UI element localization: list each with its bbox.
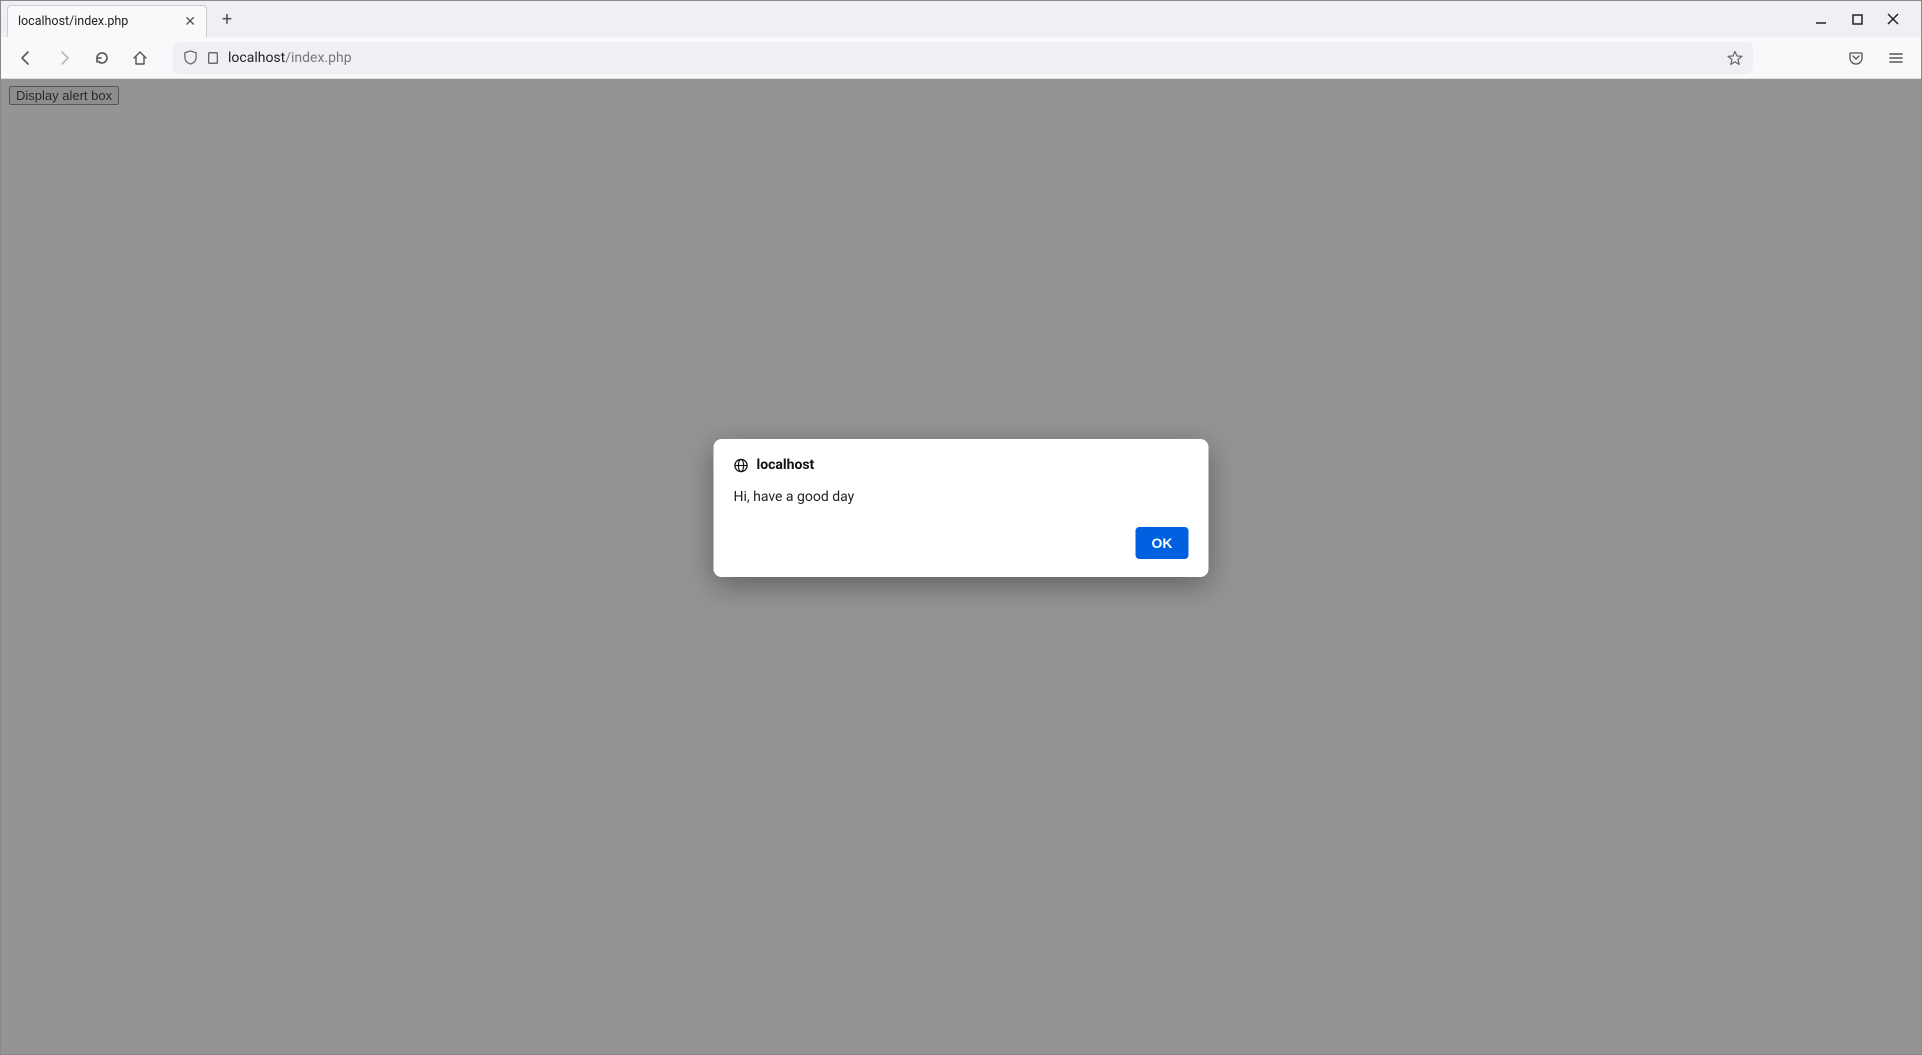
alert-actions: OK [734,527,1189,559]
maximize-button[interactable] [1843,5,1871,33]
new-tab-button[interactable]: + [213,5,241,33]
toolbar-right-icons [1841,43,1911,73]
url-text: localhost/index.php [228,50,352,66]
url-bar[interactable]: localhost/index.php [173,42,1753,74]
alert-ok-button[interactable]: OK [1136,527,1189,559]
lock-icon[interactable] [206,51,220,65]
globe-icon [734,458,749,473]
browser-toolbar: localhost/index.php [1,37,1921,79]
close-window-button[interactable] [1879,5,1907,33]
url-path: /index.php [285,50,351,66]
home-button[interactable] [125,43,155,73]
browser-chrome: localhost/index.php ✕ + [1,1,1921,79]
url-host: localhost [228,50,285,66]
browser-tab[interactable]: localhost/index.php ✕ [7,5,207,37]
bookmark-star-icon[interactable] [1727,50,1743,66]
tab-bar: localhost/index.php ✕ + [1,1,1921,37]
window-controls [1807,5,1915,33]
reload-button[interactable] [87,43,117,73]
pocket-icon[interactable] [1841,43,1871,73]
close-tab-icon[interactable]: ✕ [184,15,196,29]
shield-icon[interactable] [183,50,198,65]
alert-header: localhost [734,457,1189,473]
page-viewport: Display alert box localhost Hi, have a g… [1,79,1921,1054]
tab-title: localhost/index.php [18,14,174,29]
alert-dialog: localhost Hi, have a good day OK [714,439,1209,577]
minimize-button[interactable] [1807,5,1835,33]
alert-origin: localhost [757,457,815,473]
back-button[interactable] [11,43,41,73]
alert-message: Hi, have a good day [734,489,1189,505]
forward-button[interactable] [49,43,79,73]
app-menu-icon[interactable] [1881,43,1911,73]
